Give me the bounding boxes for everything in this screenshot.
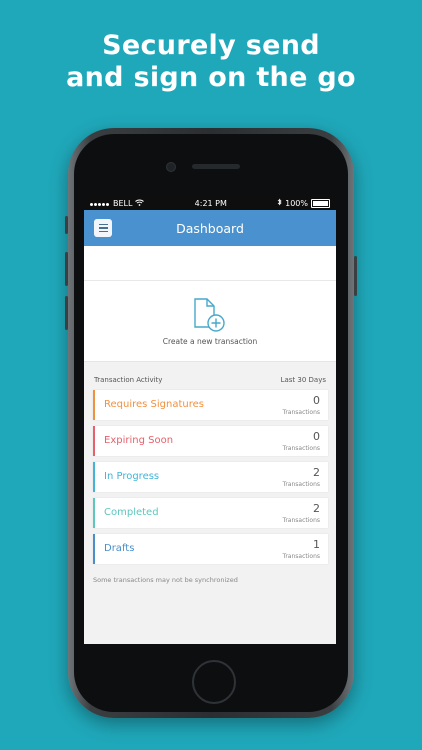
card-count: 2 (313, 466, 320, 479)
navbar: Dashboard (84, 210, 336, 246)
signal-icon (90, 199, 110, 208)
volume-down-button (65, 296, 68, 330)
activity-list: Requires Signatures 0 Transactions Expir… (84, 390, 336, 564)
card-sub: Transactions (282, 481, 320, 488)
card-sub: Transactions (282, 553, 320, 560)
card-count: 1 (313, 538, 320, 551)
card-label: Requires Signatures (104, 399, 204, 410)
card-count: 0 (313, 430, 320, 443)
activity-card-expiring-soon[interactable]: Expiring Soon 0 Transactions (93, 426, 328, 456)
headline-line-1: Securely send (102, 30, 320, 61)
menu-icon[interactable] (94, 219, 112, 237)
card-label: Completed (104, 507, 159, 518)
card-sub: Transactions (282, 445, 320, 452)
card-sub: Transactions (282, 409, 320, 416)
app-screen: BELL 4:21 PM 100% Dashboard Create a new… (84, 196, 336, 644)
new-document-icon (192, 297, 228, 337)
create-transaction-label: Create a new transaction (162, 337, 258, 346)
home-button[interactable] (192, 660, 236, 704)
battery-percent: 100% (285, 198, 308, 208)
bluetooth-icon (277, 198, 282, 208)
battery-icon (310, 198, 330, 208)
clock: 4:21 PM (194, 198, 227, 208)
card-count: 0 (313, 394, 320, 407)
activity-card-requires-signatures[interactable]: Requires Signatures 0 Transactions (93, 390, 328, 420)
card-count: 2 (313, 502, 320, 515)
page-title: Dashboard (176, 220, 244, 236)
sync-footnote: Some transactions may not be synchronize… (93, 576, 238, 584)
activity-title: Transaction Activity (94, 376, 163, 384)
front-camera (166, 162, 176, 172)
card-label: Drafts (104, 543, 135, 554)
headline: Securely send and sign on the go (0, 30, 422, 94)
card-label: Expiring Soon (104, 435, 174, 446)
volume-up-button (65, 252, 68, 286)
earpiece-speaker (192, 164, 240, 169)
create-transaction-button[interactable]: Create a new transaction (84, 281, 336, 362)
wifi-icon (135, 199, 145, 208)
activity-header: Transaction Activity Last 30 Days (84, 376, 336, 384)
blank-panel (84, 246, 336, 281)
power-button (354, 256, 357, 296)
headline-line-2: and sign on the go (66, 62, 356, 93)
mute-switch (65, 216, 68, 234)
status-bar: BELL 4:21 PM 100% (84, 196, 336, 210)
activity-card-in-progress[interactable]: In Progress 2 Transactions (93, 462, 328, 492)
activity-card-completed[interactable]: Completed 2 Transactions (93, 498, 328, 528)
card-label: In Progress (104, 471, 160, 482)
activity-period: Last 30 Days (280, 376, 326, 384)
carrier-label: BELL (113, 198, 133, 208)
card-sub: Transactions (282, 517, 320, 524)
activity-card-drafts[interactable]: Drafts 1 Transactions (93, 534, 328, 564)
